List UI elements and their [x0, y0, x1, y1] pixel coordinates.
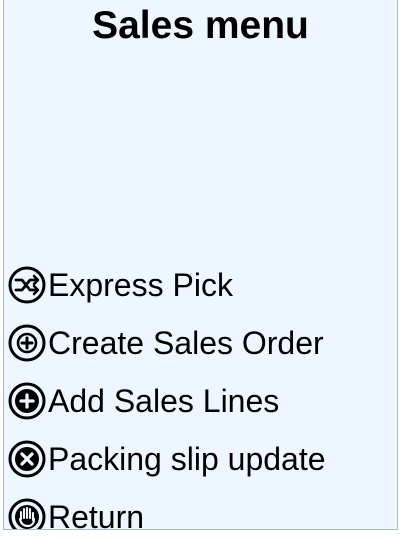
menu-item-express-pick[interactable]: Express Pick — [4, 256, 397, 314]
menu-item-add-sales-lines[interactable]: Add Sales Lines — [4, 372, 397, 430]
menu-item-label: Packing slip update — [48, 441, 326, 477]
sales-menu-list: Express Pick Create Sales Order Add Sale… — [4, 256, 397, 530]
menu-item-label: Add Sales Lines — [48, 383, 280, 419]
menu-item-packing-slip-update[interactable]: Packing slip update — [4, 430, 397, 488]
target-plus-icon — [8, 324, 46, 362]
shuffle-icon — [8, 266, 46, 304]
menu-item-label: Express Pick — [48, 267, 233, 303]
sales-menu-screen: Sales menu Express Pick Create Sales Ord… — [3, 0, 398, 530]
menu-item-create-sales-order[interactable]: Create Sales Order — [4, 314, 397, 372]
close-circle-icon — [8, 440, 46, 478]
menu-item-return[interactable]: Return — [4, 488, 397, 530]
page-title: Sales menu — [92, 4, 309, 47]
plus-circle-icon — [8, 382, 46, 420]
menu-item-label: Return — [48, 499, 145, 530]
menu-item-label: Create Sales Order — [48, 325, 324, 361]
hand-stop-icon — [8, 498, 46, 529]
